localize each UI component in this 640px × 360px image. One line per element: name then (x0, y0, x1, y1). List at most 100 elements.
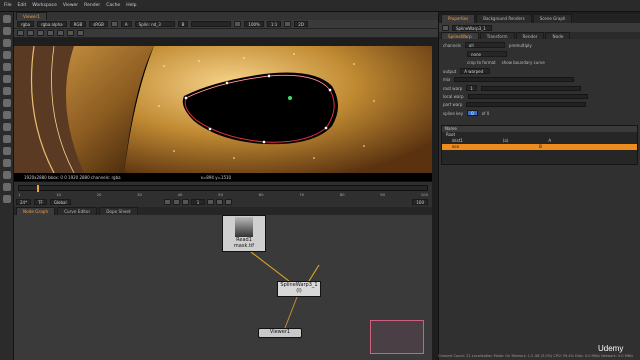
first-frame-button[interactable] (164, 199, 171, 205)
next-key-button[interactable] (216, 199, 223, 205)
tree-row-val: B (539, 144, 542, 149)
cursor-coords: x=894 y=1510 (200, 174, 232, 180)
spline-key-of: of 0 (481, 110, 490, 116)
select-tool-button[interactable] (17, 30, 24, 36)
color-tool-icon[interactable] (3, 63, 11, 71)
proxy-select[interactable]: 1:1 (266, 21, 282, 27)
menu-edit[interactable]: Edit (18, 3, 27, 8)
crop-to-format-checkbox[interactable]: crop to format (467, 60, 496, 65)
play-back-button[interactable] (182, 199, 189, 205)
metadata-tool-icon[interactable] (3, 147, 11, 155)
timeline-scrubber[interactable] (18, 185, 428, 192)
points-tool-button[interactable] (27, 30, 34, 36)
spline-key-field[interactable]: 0 (467, 110, 478, 116)
playhead[interactable] (37, 185, 39, 192)
menu-render[interactable]: Render (84, 3, 100, 8)
node-color-button[interactable] (442, 24, 449, 31)
tab-background-renders[interactable]: Background Renders (476, 14, 532, 23)
draw-tool-icon[interactable] (3, 27, 11, 35)
gain-button[interactable] (110, 21, 118, 27)
tab-curve-editor[interactable]: Curve Editor (57, 207, 98, 215)
ab-mode-button[interactable] (57, 30, 64, 36)
alpha-select[interactable]: rgba.alpha (37, 21, 67, 27)
input-a-label: A (120, 21, 132, 27)
local-warp-slider[interactable] (467, 94, 588, 99)
output-select[interactable]: A warped (460, 68, 491, 74)
menu-workspace[interactable]: Workspace (32, 3, 57, 8)
node-graph[interactable]: Read1 mask.tif SplineWarp3_1 (I) Viewer1 (14, 215, 432, 360)
merge-tool-icon[interactable] (3, 99, 11, 107)
lut-select[interactable]: sRGB (89, 21, 108, 27)
input-a-select[interactable]: Splin: nd_3 (134, 21, 175, 27)
menu-help[interactable]: Help (126, 3, 136, 8)
viewer-node[interactable]: Viewer1 (258, 328, 302, 338)
toolsets-tool-icon[interactable] (3, 159, 11, 167)
root-warp-slider[interactable] (480, 85, 581, 91)
3d-tool-icon[interactable] (3, 123, 11, 131)
read-thumbnail (235, 217, 253, 237)
other-tool-icon[interactable] (3, 171, 11, 179)
views-tool-icon[interactable] (3, 135, 11, 143)
input-b-select[interactable] (191, 21, 232, 27)
mini-map[interactable] (370, 320, 424, 354)
keyer-tool-icon[interactable] (3, 87, 11, 95)
read-node-file: mask.tif (233, 243, 255, 249)
last-frame-button[interactable] (225, 199, 232, 205)
range-select[interactable]: Global (49, 199, 71, 205)
viewer-canvas[interactable] (14, 46, 432, 181)
tab-splinewarp[interactable]: SplineWarp (441, 32, 479, 39)
frame-field[interactable]: 1 (191, 199, 205, 205)
fps-field[interactable]: 24* (16, 199, 32, 205)
feather-tool-button[interactable] (67, 30, 74, 36)
tab-properties[interactable]: Properties (441, 14, 476, 23)
menu-cache[interactable]: Cache (106, 3, 120, 8)
end-frame-field[interactable]: 100 (412, 199, 428, 205)
mask-image (14, 46, 432, 174)
filter-tool-icon[interactable] (3, 75, 11, 83)
channels-select[interactable]: rgba (17, 21, 35, 27)
tab-scene-graph[interactable]: Scene Graph (532, 14, 573, 23)
tf-field[interactable]: TF (34, 199, 47, 205)
zoom-select[interactable]: 100% (244, 21, 264, 27)
roi-button[interactable] (284, 21, 292, 27)
tab-node-graph[interactable]: Node Graph (16, 207, 56, 215)
show-boundary-checkbox[interactable]: show boundary curve (502, 60, 545, 65)
wipe-button[interactable] (234, 21, 242, 27)
menu-file[interactable]: File (4, 3, 12, 8)
play-button[interactable] (207, 199, 214, 205)
autokey-button[interactable] (77, 30, 84, 36)
menu-bar: File Edit Workspace Viewer Render Cache … (0, 0, 640, 12)
read-node[interactable]: Read1 mask.tif (222, 215, 266, 252)
local-warp-label: local warp (443, 94, 464, 99)
channels2-select[interactable]: none (467, 51, 507, 57)
tab-render[interactable]: Render (515, 32, 545, 39)
tab-transform[interactable]: Transform (479, 32, 515, 39)
tick: 40 (177, 192, 183, 197)
menu-viewer[interactable]: Viewer (63, 3, 78, 8)
tree-row-selected[interactable]: eco B (442, 144, 637, 150)
colorspace-select[interactable]: RGB (69, 21, 87, 27)
time-tool-icon[interactable] (3, 39, 11, 47)
part-warp-slider[interactable] (466, 102, 587, 107)
node-name-field[interactable]: SplineWarp3_1 (452, 24, 492, 31)
image-tool-icon[interactable] (3, 15, 11, 23)
tab-node[interactable]: Node (545, 32, 571, 39)
root-warp-row: root warp 1 (443, 85, 636, 91)
tab-viewer1[interactable]: Viewer1 (16, 12, 47, 20)
channel-tool-icon[interactable] (3, 51, 11, 59)
furnace-tool-icon[interactable] (3, 183, 11, 191)
bezier-tool-button[interactable] (37, 30, 44, 36)
transform-tool-icon[interactable] (3, 111, 11, 119)
mix-slider[interactable] (454, 77, 575, 82)
splinewarp-node[interactable]: SplineWarp3_1 (I) (277, 281, 321, 297)
pin-tool-button[interactable] (47, 30, 54, 36)
root-warp-field[interactable]: 1 (466, 85, 477, 91)
view-mode-select[interactable]: 2D (294, 21, 308, 27)
timeline-ticks: 1 10 20 30 40 50 60 70 80 90 100 (18, 192, 428, 197)
tick: 70 (299, 192, 305, 197)
tab-dope-sheet[interactable]: Dope Sheet (99, 207, 138, 215)
channels-select[interactable]: all (464, 42, 505, 48)
plugins-tool-icon[interactable] (3, 195, 11, 203)
status-bar: Channel Count: 22 Localization Mode: On … (438, 354, 634, 358)
prev-key-button[interactable] (173, 199, 180, 205)
